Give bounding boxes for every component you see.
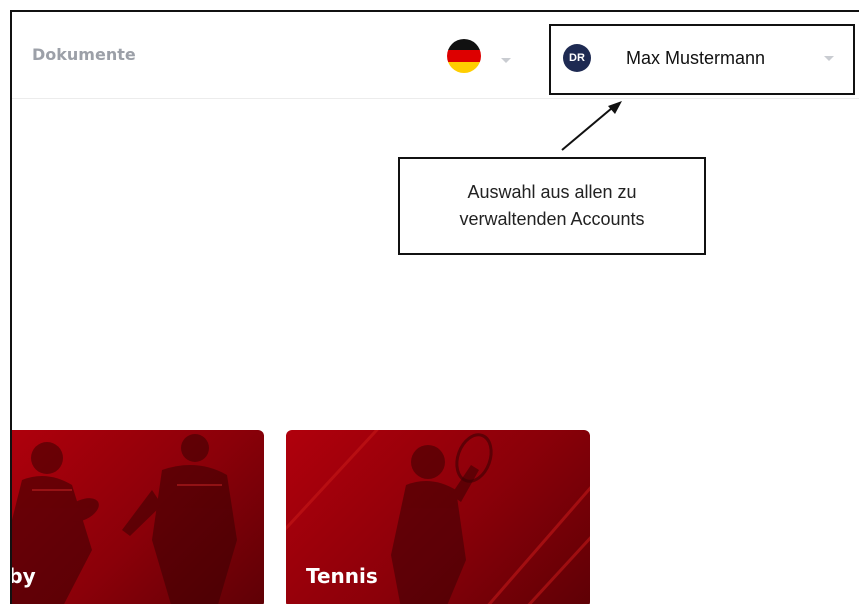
- card-title: gby: [10, 564, 36, 588]
- card-title: Tennis: [306, 564, 378, 588]
- callout-line-2: verwaltenden Accounts: [459, 209, 645, 229]
- sport-card-tennis[interactable]: Tennis: [286, 430, 590, 604]
- callout-line-1: Auswahl aus allen zu: [467, 182, 637, 202]
- app-frame: Dokumente DR Max Mustermann Auswahl aus …: [10, 10, 859, 604]
- annotation-callout: Auswahl aus allen zu verwaltenden Accoun…: [398, 157, 706, 255]
- sport-card-rugby[interactable]: gby: [10, 430, 264, 604]
- rugby-players-image: [12, 434, 237, 604]
